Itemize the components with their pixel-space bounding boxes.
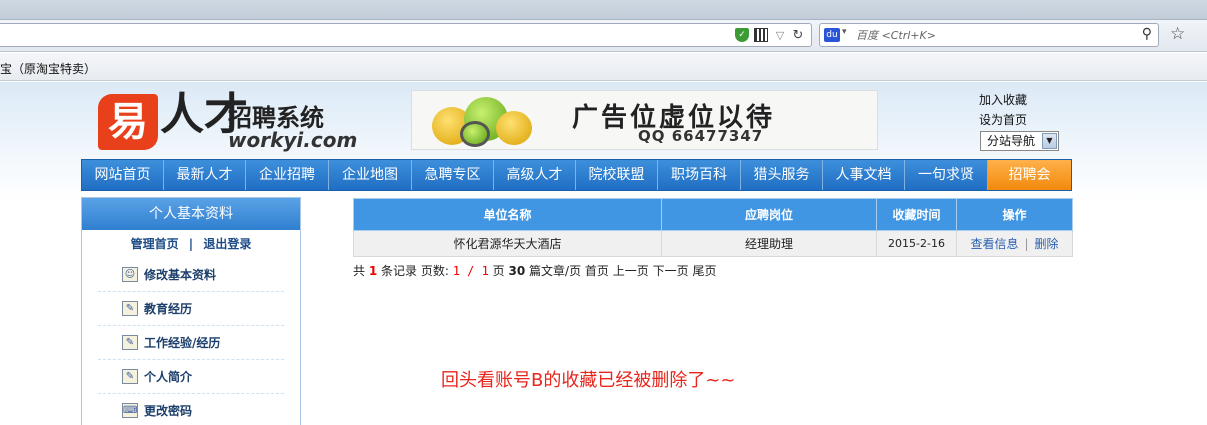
password-icon: ⌨	[122, 403, 138, 418]
nav-urgent[interactable]: 急聘专区	[412, 160, 494, 190]
nav-job-fair[interactable]: 招聘会	[988, 160, 1071, 190]
sidebar-item-label: 更改密码	[144, 404, 193, 418]
col-position: 应聘岗位	[661, 198, 877, 231]
history-dropdown-icon[interactable]: ▽	[773, 28, 787, 42]
pager-text: 共	[353, 264, 366, 278]
sidebar-item-label: 修改基本资料	[144, 268, 217, 282]
qr-code-icon[interactable]	[754, 28, 768, 42]
per-page-count: 30	[508, 264, 526, 278]
manage-home-link[interactable]: 管理首页	[131, 237, 179, 251]
logout-link[interactable]: 退出登录	[203, 237, 251, 251]
nav-latest-talent[interactable]: 最新人才	[164, 160, 246, 190]
bookmark-star-icon[interactable]: ☆	[1170, 24, 1185, 44]
reload-icon[interactable]: ↻	[791, 28, 805, 43]
browser-tabstrip	[0, 0, 1207, 20]
sidebar: 个人基本资料 管理首页 | 退出登录 ☺ 修改基本资料 ✎ 教育经历 ✎ 工作经…	[81, 197, 301, 425]
nav-college[interactable]: 院校联盟	[576, 160, 658, 190]
pager-text: 页	[492, 264, 505, 278]
col-date: 收藏时间	[876, 198, 957, 231]
chevron-down-icon: ▼	[1042, 133, 1057, 149]
nav-hr-docs[interactable]: 人事文档	[823, 160, 905, 190]
nav-company-map[interactable]: 企业地图	[329, 160, 412, 190]
sidebar-item-intro[interactable]: ✎ 个人简介	[98, 360, 284, 394]
action-separator: |	[1024, 237, 1029, 251]
next-page-link[interactable]: 下一页	[653, 264, 689, 278]
search-icon[interactable]: ⚲	[1142, 26, 1152, 42]
search-engine-icon[interactable]: du	[824, 28, 840, 42]
sidebar-item-education[interactable]: ✎ 教育经历	[98, 292, 284, 326]
edit-icon: ✎	[122, 335, 138, 350]
sidebar-item-label: 工作经验/经历	[144, 336, 221, 350]
pagination: 共 1 条记录 页数: 1 / 1 页 30 篇文章/页 首页 上一页 下一页 …	[353, 262, 716, 279]
edit-icon: ✎	[122, 301, 138, 316]
nav-home[interactable]: 网站首页	[82, 160, 164, 190]
ad-banner[interactable]: 广告位虚位以待 QQ 66477347	[411, 90, 878, 150]
link-separator: |	[188, 237, 194, 251]
cell-date: 2015-2-16	[876, 230, 957, 257]
nav-one-line[interactable]: 一句求贤	[905, 160, 988, 190]
sidebar-title: 个人基本资料	[82, 198, 300, 230]
cell-actions: 查看信息 | 删除	[956, 230, 1073, 257]
set-homepage-link[interactable]: 设为首页	[979, 110, 1079, 130]
bookmark-item[interactable]: 宝（原淘宝特卖）	[0, 60, 96, 77]
favorites-table: 单位名称 应聘岗位 收藏时间 操作 怀化君源华天大酒店 经理助理 2015-2-…	[353, 198, 1073, 257]
security-shield-icon[interactable]: ✓	[735, 28, 749, 42]
ad-bubbles-graphic	[432, 97, 552, 147]
col-actions: 操作	[956, 198, 1073, 231]
cell-company: 怀化君源华天大酒店	[353, 230, 662, 257]
sidebar-item-label: 教育经历	[144, 302, 193, 316]
table-header-row: 单位名称 应聘岗位 收藏时间 操作	[353, 198, 1073, 231]
col-company: 单位名称	[353, 198, 662, 231]
cell-position: 经理助理	[661, 230, 877, 257]
add-favorite-link[interactable]: 加入收藏	[979, 90, 1079, 110]
prev-page-link[interactable]: 上一页	[613, 264, 649, 278]
view-info-link[interactable]: 查看信息	[970, 237, 1018, 251]
pager-text: 条记录 页数:	[381, 264, 449, 278]
search-bar: du ▾ ⚲	[819, 23, 1159, 47]
address-bar[interactable]: ✓ ▽ ↻	[0, 23, 812, 47]
first-page-link[interactable]: 首页	[585, 264, 609, 278]
sidebar-item-change-password[interactable]: ⌨ 更改密码	[98, 394, 284, 425]
search-input[interactable]	[856, 24, 1126, 46]
ad-qq: QQ 66477347	[638, 127, 764, 145]
page-indicator: 1 / 1	[452, 264, 489, 278]
table-row: 怀化君源华天大酒店 经理助理 2015-2-16 查看信息 | 删除	[353, 230, 1073, 257]
user-edit-icon: ☺	[122, 267, 138, 282]
nav-senior-talent[interactable]: 高级人才	[494, 160, 576, 190]
pager-text: 篇文章/页	[529, 264, 582, 278]
sidebar-item-work-experience[interactable]: ✎ 工作经验/经历	[98, 326, 284, 360]
sidebar-item-edit-profile[interactable]: ☺ 修改基本资料	[98, 258, 284, 292]
page: 易 人才 招聘系统 workyi.com 广告位虚位以待 QQ 66477347…	[0, 82, 1207, 425]
logo-mark: 易	[98, 94, 158, 150]
subsite-select[interactable]: 分站导航 ▼	[980, 131, 1059, 151]
top-links: 加入收藏 设为首页	[979, 90, 1079, 130]
nav-headhunter[interactable]: 猎头服务	[741, 160, 823, 190]
browser-navbar: ✓ ▽ ↻ du ▾ ⚲	[0, 20, 1207, 52]
site-logo[interactable]: 易 人才 招聘系统 workyi.com	[98, 92, 358, 154]
subsite-select-value: 分站导航	[987, 134, 1036, 148]
edit-icon: ✎	[122, 369, 138, 384]
bookmarks-bar: 宝（原淘宝特卖）	[0, 53, 1207, 81]
main-nav: 网站首页 最新人才 企业招聘 企业地图 急聘专区 高级人才 院校联盟 职场百科 …	[81, 159, 1072, 191]
record-count: 1	[368, 264, 378, 278]
last-page-link[interactable]: 尾页	[692, 264, 716, 278]
nav-wiki[interactable]: 职场百科	[658, 160, 741, 190]
sidebar-item-label: 个人简介	[144, 370, 193, 384]
sidebar-links: 管理首页 | 退出登录	[82, 230, 300, 258]
logo-url: workyi.com	[228, 128, 358, 152]
delete-link[interactable]: 删除	[1035, 237, 1059, 251]
annotation-text: 回头看账号B的收藏已经被删除了~~	[441, 370, 736, 391]
nav-company-jobs[interactable]: 企业招聘	[246, 160, 329, 190]
engine-dropdown-icon[interactable]: ▾	[842, 27, 847, 37]
